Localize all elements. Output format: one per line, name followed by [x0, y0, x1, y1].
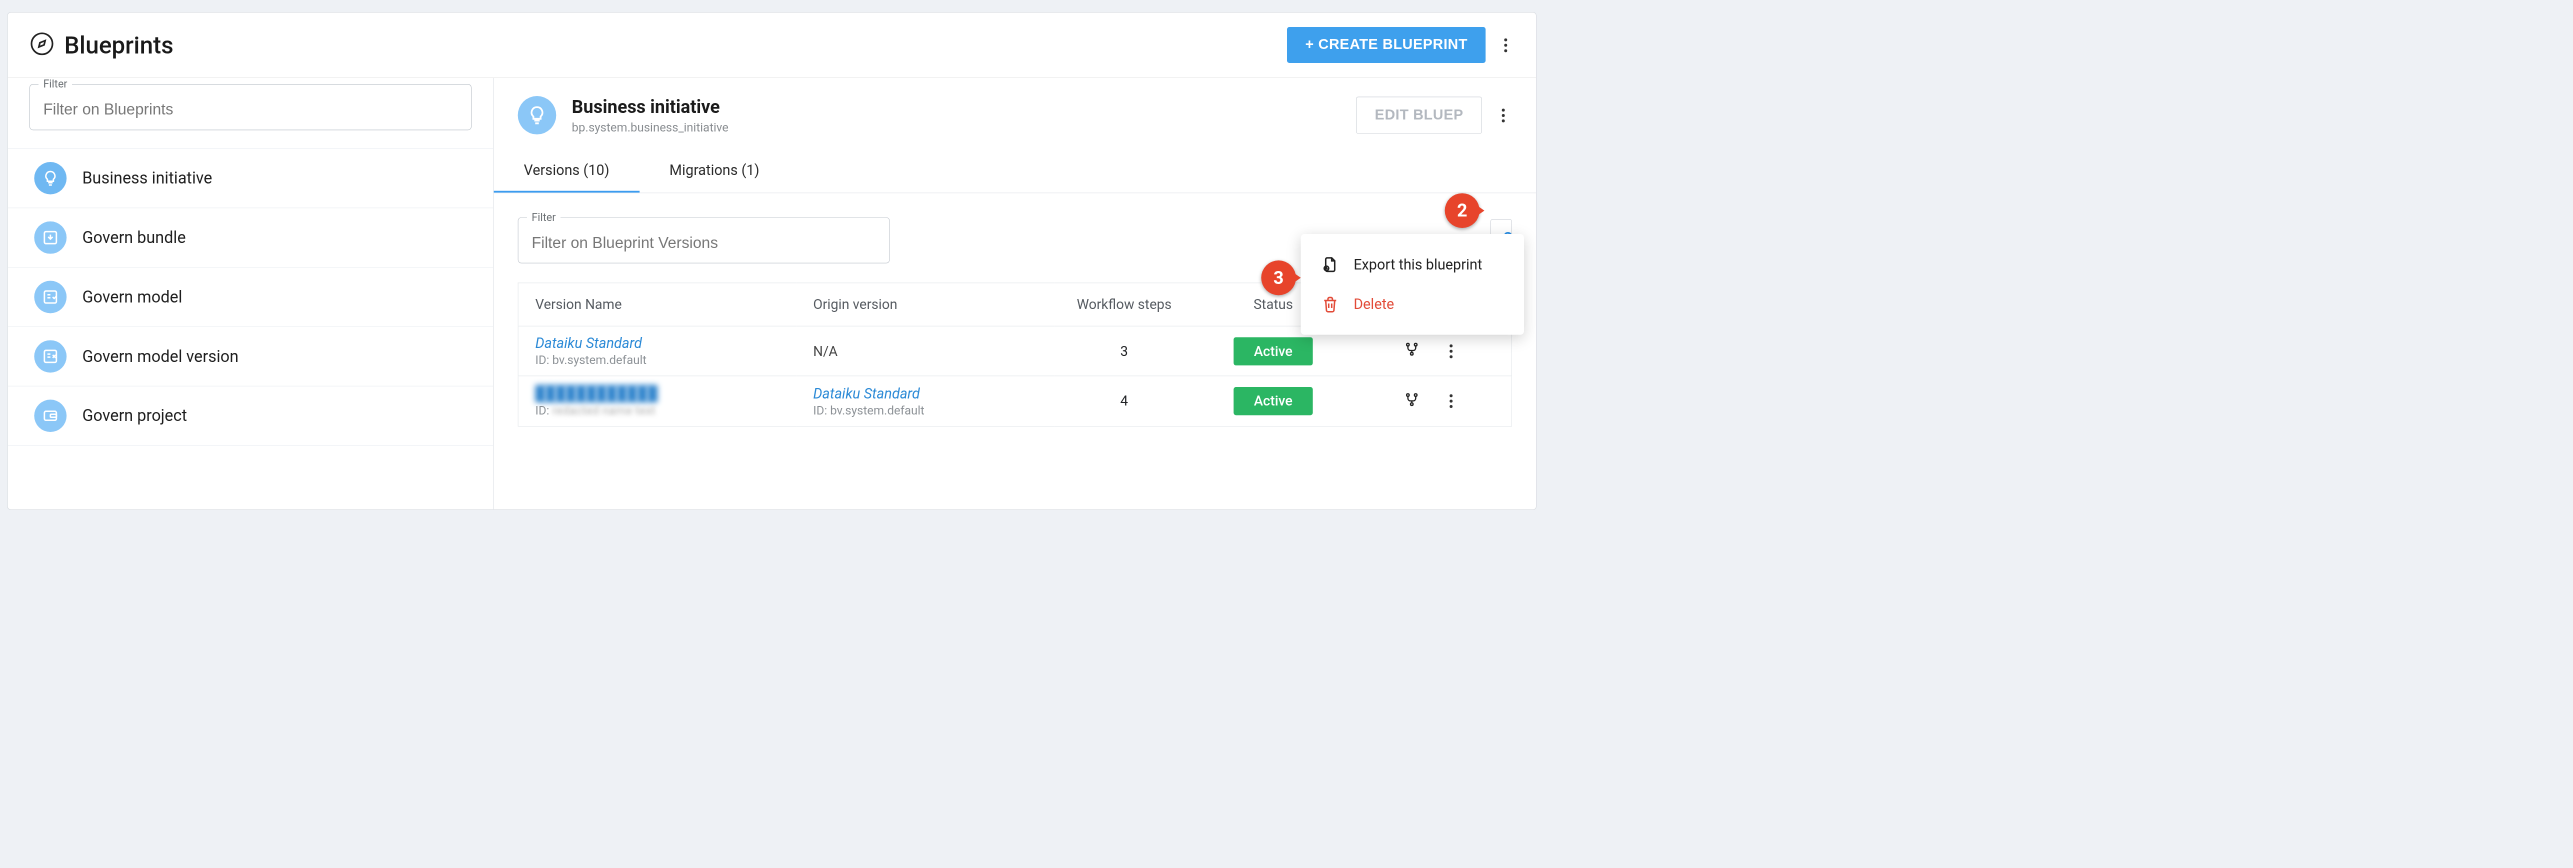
menu-item-delete-label: Delete — [1354, 296, 1395, 313]
blueprint-item-business-initiative[interactable]: Business initiative — [8, 148, 493, 207]
workflow-steps: 3 — [1055, 326, 1194, 376]
package-down-icon — [34, 221, 66, 253]
blueprint-item-govern-model[interactable]: Govern model — [8, 267, 493, 326]
versions-filter-fieldset: Filter — [518, 211, 890, 263]
annotation-callout-2: 2 — [1445, 193, 1480, 228]
workflow-steps: 4 — [1055, 376, 1194, 426]
blueprints-filter-fieldset: Filter — [29, 78, 471, 130]
origin-version-link[interactable]: Dataiku Standard — [813, 385, 1038, 402]
row-kebab-menu-button[interactable] — [1442, 339, 1460, 363]
version-id: ID: bv.system.default — [535, 353, 779, 367]
th-origin: Origin version — [796, 283, 1054, 326]
versions-filter-input[interactable] — [518, 224, 889, 263]
version-name-link[interactable]: ████████████ — [535, 385, 779, 402]
status-badge: Active — [1233, 337, 1312, 365]
version-name-link[interactable]: Dataiku Standard — [535, 335, 779, 352]
menu-item-export-label: Export this blueprint — [1354, 256, 1483, 273]
blueprint-kebab-menu: Export this blueprint Delete — [1301, 234, 1524, 335]
blueprint-label: Govern bundle — [82, 228, 186, 247]
blueprint-label: Govern model — [82, 287, 182, 306]
menu-item-delete[interactable]: Delete — [1301, 284, 1524, 324]
origin-na: N/A — [813, 343, 838, 359]
menu-item-export[interactable]: Export this blueprint — [1301, 245, 1524, 285]
wallet-icon — [34, 400, 66, 432]
th-version-name: Version Name — [518, 283, 796, 326]
tab-migrations[interactable]: Migrations (1) — [639, 150, 789, 193]
detail-id: bp.system.business_initiative — [572, 120, 729, 134]
blueprint-item-govern-model-version[interactable]: Govern model version — [8, 326, 493, 385]
blueprint-item-govern-project[interactable]: Govern project — [8, 386, 493, 446]
tab-versions[interactable]: Versions (10) — [494, 150, 640, 193]
compass-icon — [29, 31, 54, 59]
status-badge: Active — [1233, 387, 1312, 415]
row-kebab-menu-button[interactable] — [1442, 389, 1460, 413]
branch-icon[interactable] — [1404, 341, 1420, 360]
origin-id: ID: bv.system.default — [813, 403, 1038, 417]
blueprint-kebab-menu-button[interactable] — [1494, 103, 1512, 127]
bulb-icon — [34, 162, 66, 194]
checklist-x-icon — [34, 340, 66, 372]
table-row[interactable]: ████████████ ID: redacted name text Data… — [518, 376, 1512, 426]
annotation-callout-3: 3 — [1261, 260, 1296, 295]
bulb-icon — [518, 96, 556, 134]
blueprints-filter-input[interactable] — [30, 91, 471, 130]
create-blueprint-button[interactable]: + CREATE BLUEPRINT — [1287, 27, 1485, 63]
blueprints-filter-legend: Filter — [38, 78, 72, 91]
detail-title: Business initiative — [572, 96, 729, 117]
blueprint-label: Govern model version — [82, 347, 238, 366]
blueprint-item-govern-bundle[interactable]: Govern bundle — [8, 208, 493, 267]
branch-icon[interactable] — [1404, 392, 1420, 411]
edit-blueprint-button[interactable]: EDIT BLUEP — [1356, 97, 1482, 134]
page-title: Blueprints — [64, 31, 173, 59]
th-steps: Workflow steps — [1055, 283, 1194, 326]
blueprint-label: Business initiative — [82, 169, 212, 188]
blueprint-label: Govern project — [82, 406, 187, 425]
versions-filter-legend: Filter — [527, 211, 561, 224]
checklist-check-icon — [34, 281, 66, 313]
page-kebab-menu-button[interactable] — [1496, 33, 1514, 57]
